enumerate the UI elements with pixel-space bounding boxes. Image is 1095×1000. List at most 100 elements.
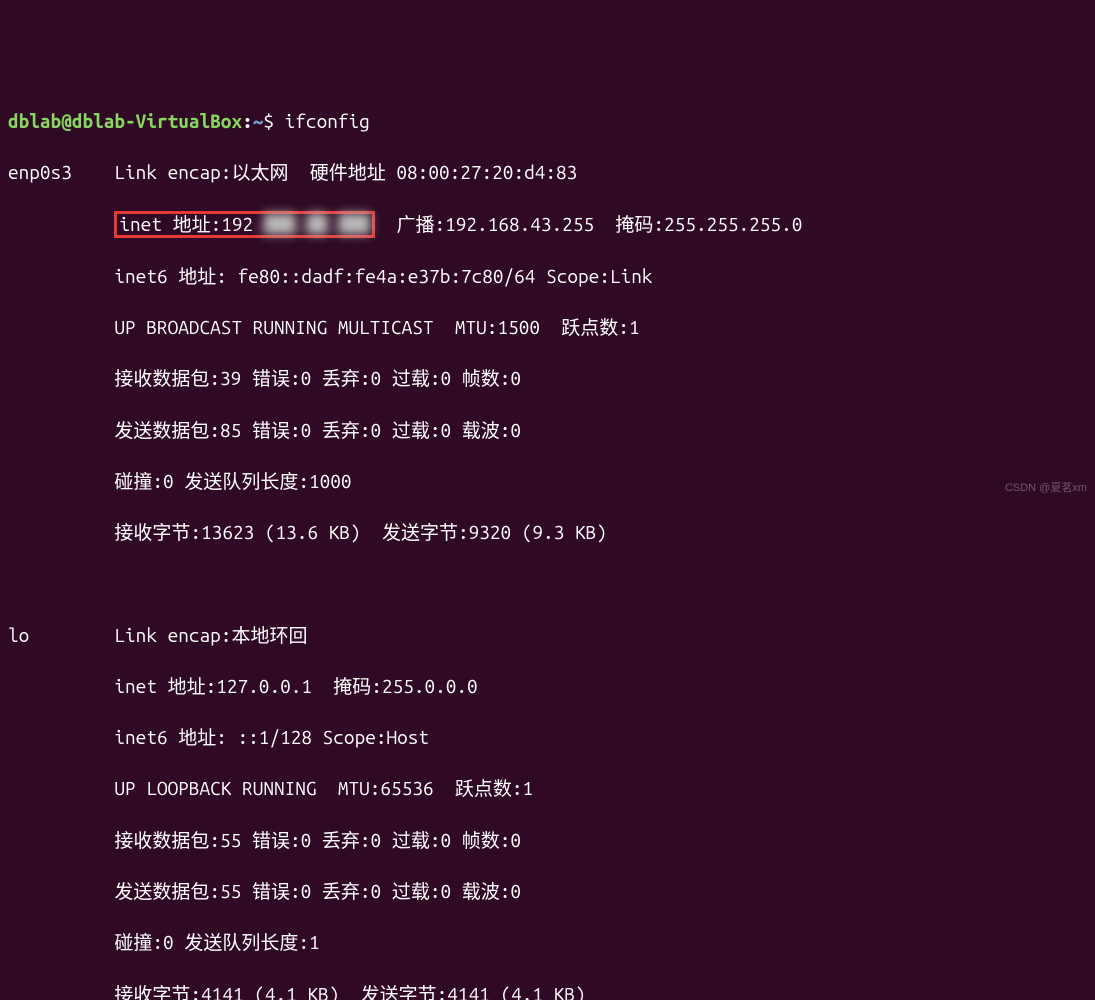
lo-metric-label: 跃点数: [455,777,523,799]
lo-inet6-label: inet6 地址: [114,726,226,748]
prompt-path: ~ [253,110,264,132]
errors-label2: 错误: [252,419,301,441]
lo-overruns-label: 过载: [392,829,441,851]
lo-frame-label: 帧数: [462,829,511,851]
tx-errors: 0 [301,419,312,441]
inet-blurred: .███.██.███ [253,214,370,235]
lo-rx-packets-label: 接收数据包: [114,829,220,851]
inet6: fe80::dadf:fe4a:e37b:7c80/64 [238,265,536,287]
prompt-user-host: dblab@dblab-VirtualBox [8,110,242,132]
lo-line5: 接收数据包:55 错误:0 丢弃:0 过载:0 帧数:0 [8,828,1087,854]
lo-tx-packets-label: 发送数据包: [114,880,220,902]
lo-dropped-label: 丢弃: [322,829,371,851]
lo-inet6: ::1/128 [238,726,312,748]
inet-label: inet 地址: [119,213,221,235]
lo-rx-bytes: 4141 (4.1 KB) [201,983,339,1000]
lo-rx-bytes-label: 接收字节: [114,983,201,1000]
interface-lo: lo [8,624,29,646]
rx-overruns: 0 [440,367,451,389]
lo-rx-dropped: 0 [371,829,382,851]
metric-label: 跃点数: [561,316,629,338]
prompt-line[interactable]: dblab@dblab-VirtualBox:~$ ifconfig [8,109,1087,135]
link-encap-value: 以太网 [231,161,288,183]
overruns-label2: 过载: [392,419,441,441]
enp0s3-line1: enp0s3 Link encap:以太网 硬件地址 08:00:27:20:d… [8,160,1087,186]
rx-packets: 39 [220,367,241,389]
tx-packets: 85 [220,419,241,441]
tx-overruns: 0 [440,419,451,441]
enp0s3-line8: 接收字节:13623 (13.6 KB) 发送字节:9320 (9.3 KB) [8,520,1087,546]
lo-mask: 255.0.0.0 [382,675,478,697]
mask-label: 掩码: [615,213,664,235]
enp0s3-line6: 发送数据包:85 错误:0 丢弃:0 过载:0 载波:0 [8,418,1087,444]
lo-line1: lo Link encap:本地环回 [8,623,1087,649]
rx-bytes: 13623 (13.6 KB) [201,521,361,543]
lo-line2: inet 地址:127.0.0.1 掩码:255.0.0.0 [8,674,1087,700]
lo-scope-label: Scope: [323,726,387,748]
lo-line6: 发送数据包:55 错误:0 丢弃:0 过载:0 载波:0 [8,879,1087,905]
mtu: 1500 [497,316,540,338]
lo-tx-errors: 0 [301,880,312,902]
flags: UP BROADCAST RUNNING MULTICAST [114,316,433,338]
lo-scope: Host [387,726,430,748]
lo-rx-overruns: 0 [440,829,451,851]
watermark: CSDN @夏茗xm [1005,481,1087,496]
tx-packets-label: 发送数据包: [114,419,220,441]
carrier-label: 载波: [462,419,511,441]
lo-mask-label: 掩码: [333,675,382,697]
lo-tx-bytes: 4141 (4.1 KB) [447,983,585,1000]
enp0s3-line5: 接收数据包:39 错误:0 丢弃:0 过载:0 帧数:0 [8,366,1087,392]
collisions: 0 [163,470,174,492]
rx-bytes-label: 接收字节: [114,521,201,543]
lo-mtu-label: MTU: [338,777,381,799]
scope-label: Scope: [546,265,610,287]
errors-label: 错误: [252,367,301,389]
enp0s3-line3: inet6 地址: fe80::dadf:fe4a:e37b:7c80/64 S… [8,264,1087,290]
collisions-label: 碰撞: [114,470,163,492]
lo-overruns-label2: 过载: [392,880,441,902]
rx-frame: 0 [510,367,521,389]
lo-line4: UP LOOPBACK RUNNING MTU:65536 跃点数:1 [8,776,1087,802]
lo-tx-overruns: 0 [440,880,451,902]
bcast: 192.168.43.255 [445,213,594,235]
mask: 255.255.255.0 [664,213,802,235]
lo-link-encap-value: 本地环回 [231,624,307,646]
rx-errors: 0 [301,367,312,389]
interface-enp0s3: enp0s3 [8,161,72,183]
lo-link-encap-label: Link encap: [114,624,231,646]
enp0s3-line7: 碰撞:0 发送队列长度:1000 [8,469,1087,495]
dropped-label2: 丢弃: [322,419,371,441]
inet6-label: inet6 地址: [114,265,226,287]
lo-collisions-label: 碰撞: [114,931,163,953]
inet-prefix: 192 [221,213,253,235]
lo-tx-dropped: 0 [371,880,382,902]
lo-rx-packets: 55 [220,829,241,851]
lo-rx-errors: 0 [301,829,312,851]
overruns-label: 过载: [392,367,441,389]
lo-errors-label2: 错误: [252,880,301,902]
hw-addr-label: 硬件地址 [310,161,386,183]
lo-inet: 127.0.0.1 [216,675,312,697]
txqueuelen: 1000 [309,470,352,492]
link-encap-label: Link encap: [114,161,231,183]
lo-errors-label: 错误: [252,829,301,851]
lo-flags: UP LOOPBACK RUNNING [114,777,316,799]
metric: 1 [629,316,640,338]
rx-packets-label: 接收数据包: [114,367,220,389]
frame-label: 帧数: [462,367,511,389]
lo-inet-label: inet 地址: [114,675,216,697]
enp0s3-line4: UP BROADCAST RUNNING MULTICAST MTU:1500 … [8,315,1087,341]
lo-line8: 接收字节:4141 (4.1 KB) 发送字节:4141 (4.1 KB) [8,982,1087,1000]
command-input: ifconfig [285,110,370,132]
lo-tx-bytes-label: 发送字节: [361,983,448,1000]
dropped-label: 丢弃: [322,367,371,389]
blank-line [8,571,1087,597]
lo-dropped-label2: 丢弃: [322,880,371,902]
lo-tx-packets: 55 [220,880,241,902]
lo-line7: 碰撞:0 发送队列长度:1 [8,930,1087,956]
lo-collisions: 0 [163,931,174,953]
txqueuelen-label: 发送队列长度: [184,470,309,492]
tx-dropped: 0 [371,419,382,441]
scope: Link [610,265,653,287]
lo-carrier-label: 载波: [462,880,511,902]
